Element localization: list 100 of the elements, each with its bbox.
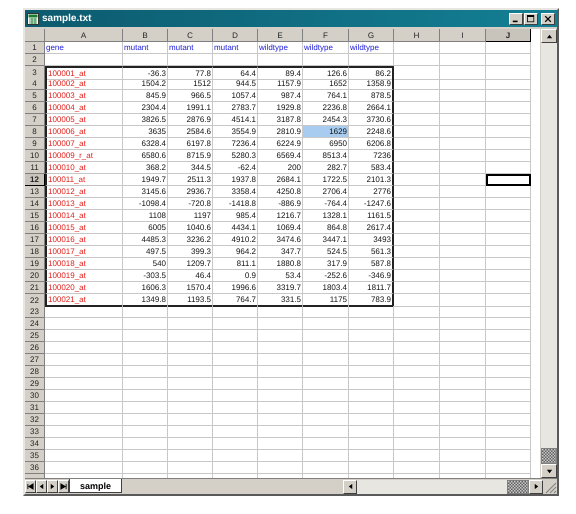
row-header[interactable]: 27: [25, 354, 45, 366]
empty-cell[interactable]: [440, 90, 486, 102]
empty-cell[interactable]: [213, 426, 258, 438]
horizontal-scrollbar[interactable]: [343, 480, 543, 494]
empty-cell[interactable]: [486, 426, 531, 438]
empty-cell[interactable]: [394, 174, 440, 186]
row-header[interactable]: 19: [25, 258, 45, 270]
scroll-right-button[interactable]: [529, 480, 543, 494]
empty-cell[interactable]: [394, 54, 440, 66]
empty-cell[interactable]: [394, 162, 440, 174]
empty-cell[interactable]: [168, 426, 213, 438]
empty-cell[interactable]: [213, 330, 258, 342]
row-header[interactable]: 7: [25, 114, 45, 126]
empty-cell[interactable]: [123, 318, 168, 330]
empty-cell[interactable]: [486, 222, 531, 234]
empty-cell[interactable]: [168, 330, 213, 342]
scroll-left-button[interactable]: [343, 480, 357, 494]
row-header[interactable]: 31: [25, 402, 45, 414]
last-sheet-button[interactable]: [58, 480, 69, 493]
empty-cell[interactable]: [394, 438, 440, 450]
vertical-scrollbar[interactable]: [541, 29, 557, 478]
empty-cell[interactable]: [303, 330, 349, 342]
empty-cell[interactable]: [213, 318, 258, 330]
row-header[interactable]: 10: [25, 150, 45, 162]
empty-cell[interactable]: [394, 306, 440, 318]
empty-cell[interactable]: [168, 414, 213, 426]
resize-grip-icon[interactable]: [543, 480, 557, 494]
empty-cell[interactable]: [394, 246, 440, 258]
empty-cell[interactable]: [394, 126, 440, 138]
row-header[interactable]: 11: [25, 162, 45, 174]
empty-cell[interactable]: [440, 354, 486, 366]
empty-cell[interactable]: [123, 366, 168, 378]
empty-cell[interactable]: [486, 186, 531, 198]
empty-cell[interactable]: [213, 366, 258, 378]
row-header[interactable]: 28: [25, 366, 45, 378]
empty-cell[interactable]: [486, 150, 531, 162]
row-header[interactable]: 30: [25, 390, 45, 402]
empty-cell[interactable]: [486, 342, 531, 354]
scroll-thumb[interactable]: [541, 448, 557, 464]
empty-cell[interactable]: [440, 450, 486, 462]
empty-cell[interactable]: [213, 342, 258, 354]
empty-cell[interactable]: [394, 318, 440, 330]
empty-cell[interactable]: [394, 90, 440, 102]
empty-cell[interactable]: [486, 306, 531, 318]
empty-cell[interactable]: [486, 126, 531, 138]
empty-cell[interactable]: [486, 270, 531, 282]
empty-cell[interactable]: [394, 294, 440, 307]
row-header[interactable]: 9: [25, 138, 45, 150]
empty-cell[interactable]: [168, 390, 213, 402]
empty-cell[interactable]: [168, 378, 213, 390]
empty-cell[interactable]: [440, 342, 486, 354]
column-header[interactable]: H: [394, 29, 440, 42]
empty-cell[interactable]: [440, 318, 486, 330]
row-header[interactable]: 23: [25, 306, 45, 318]
empty-cell[interactable]: [349, 342, 394, 354]
empty-cell[interactable]: [486, 354, 531, 366]
empty-cell[interactable]: [486, 258, 531, 270]
empty-cell[interactable]: [349, 450, 394, 462]
empty-cell[interactable]: [303, 390, 349, 402]
empty-cell[interactable]: [349, 54, 394, 66]
row-header[interactable]: 25: [25, 330, 45, 342]
empty-cell[interactable]: [168, 450, 213, 462]
empty-cell[interactable]: [440, 126, 486, 138]
empty-cell[interactable]: [394, 222, 440, 234]
maximize-button[interactable]: [524, 12, 538, 24]
empty-cell[interactable]: [486, 198, 531, 210]
empty-cell[interactable]: [258, 402, 303, 414]
row-header[interactable]: 6: [25, 102, 45, 114]
empty-cell[interactable]: [440, 42, 486, 54]
empty-cell[interactable]: [486, 114, 531, 126]
row-header[interactable]: 18: [25, 246, 45, 258]
empty-cell[interactable]: [168, 438, 213, 450]
empty-cell[interactable]: [486, 462, 531, 474]
empty-cell[interactable]: [303, 318, 349, 330]
empty-cell[interactable]: [349, 414, 394, 426]
row-header[interactable]: 15: [25, 210, 45, 222]
empty-cell[interactable]: [258, 342, 303, 354]
empty-cell[interactable]: [394, 234, 440, 246]
empty-cell[interactable]: [303, 462, 349, 474]
empty-cell[interactable]: [349, 366, 394, 378]
empty-cell[interactable]: [486, 234, 531, 246]
empty-cell[interactable]: [440, 294, 486, 307]
empty-cell[interactable]: [486, 162, 531, 174]
empty-cell[interactable]: [349, 330, 394, 342]
empty-cell[interactable]: [123, 450, 168, 462]
empty-cell[interactable]: [123, 402, 168, 414]
row-header[interactable]: 8: [25, 126, 45, 138]
empty-cell[interactable]: [440, 306, 486, 318]
empty-cell[interactable]: [486, 366, 531, 378]
empty-cell[interactable]: [440, 426, 486, 438]
row-header[interactable]: 12: [25, 174, 45, 186]
minimize-button[interactable]: [509, 12, 523, 24]
empty-cell[interactable]: [258, 414, 303, 426]
empty-cell[interactable]: [123, 378, 168, 390]
first-sheet-button[interactable]: [25, 480, 36, 493]
empty-cell[interactable]: [440, 438, 486, 450]
empty-cell[interactable]: [440, 258, 486, 270]
column-header[interactable]: I: [440, 29, 486, 42]
empty-cell[interactable]: [486, 78, 531, 90]
empty-cell[interactable]: [258, 426, 303, 438]
